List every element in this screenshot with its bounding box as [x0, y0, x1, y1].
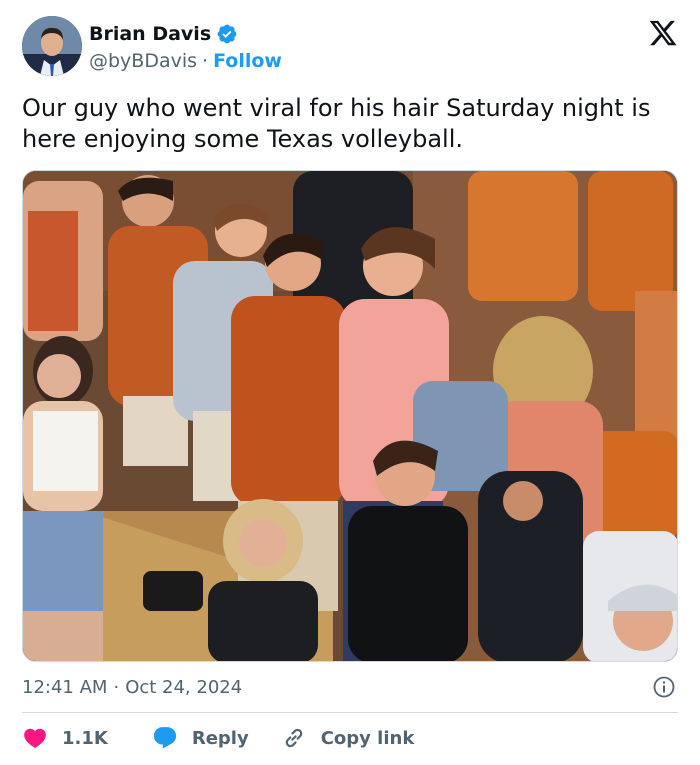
- display-name[interactable]: Brian Davis: [89, 23, 211, 45]
- divider: [22, 712, 678, 713]
- copy-link-label: Copy link: [320, 727, 415, 749]
- like-count: 1.1K: [62, 727, 108, 749]
- copy-link-button[interactable]: Copy link: [281, 725, 415, 751]
- tweet-date: Oct 24, 2024: [125, 676, 243, 698]
- link-icon: [285, 728, 302, 748]
- verified-badge-icon: [216, 23, 238, 45]
- tweet-text: Our guy who went viral for his hair Satu…: [22, 94, 651, 153]
- tweet-timestamp[interactable]: 12:41 AM · Oct 24, 2024: [22, 674, 678, 700]
- follow-button[interactable]: Follow: [213, 50, 282, 72]
- like-button[interactable]: 1.1K: [22, 725, 108, 751]
- timestamp-separator: ·: [113, 676, 120, 698]
- action-bar: 1.1K Reply Copy link: [22, 724, 414, 752]
- handle-separator: ·: [202, 50, 209, 72]
- tweet-header: Brian Davis @byBDavis · Follow: [22, 16, 678, 78]
- reply-button[interactable]: Reply: [152, 725, 249, 751]
- name-row: Brian Davis: [89, 21, 238, 47]
- x-logo-icon[interactable]: [648, 18, 678, 48]
- reply-label: Reply: [191, 727, 249, 749]
- author-handle[interactable]: @byBDavis: [89, 50, 197, 72]
- heart-icon: [24, 728, 46, 748]
- speech-bubble-icon: [153, 727, 176, 749]
- tweet-time: 12:41 AM: [22, 676, 108, 698]
- tweet-photo[interactable]: [22, 170, 678, 662]
- handle-row: @byBDavis · Follow: [89, 49, 282, 73]
- crowd-photo-image: [23, 171, 677, 661]
- tweet-card: Brian Davis @byBDavis · Follow Our guy w…: [0, 0, 700, 765]
- info-icon[interactable]: [652, 675, 676, 699]
- avatar[interactable]: [22, 16, 82, 76]
